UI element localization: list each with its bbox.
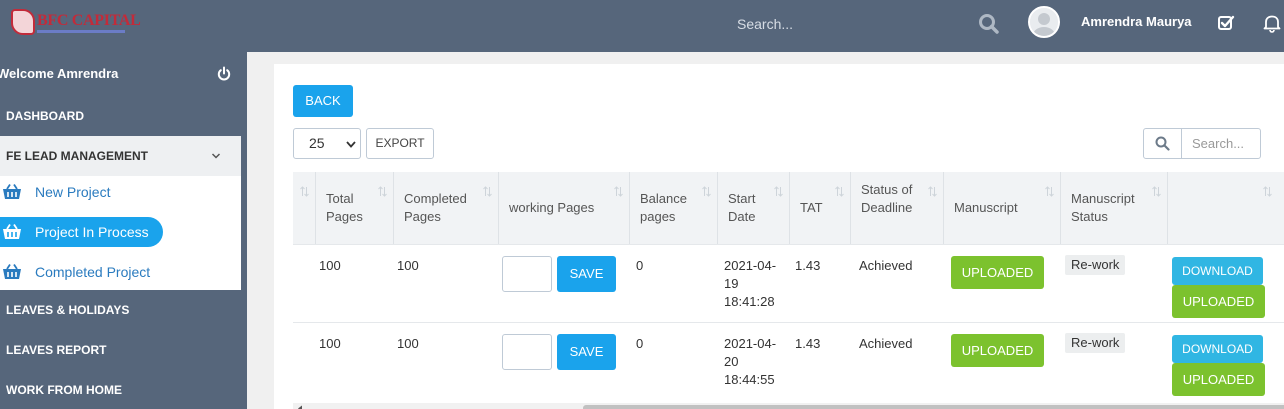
total-pages-cell: 100 — [319, 258, 341, 273]
bell-icon[interactable] — [1262, 13, 1282, 33]
sidebar-item-leaves-report[interactable]: LEAVES REPORT — [6, 343, 106, 357]
sort-icon — [1152, 186, 1161, 197]
sidebar-item-work-from-home[interactable]: WORK FROM HOME — [6, 383, 122, 397]
sort-icon — [300, 186, 309, 197]
logo-underline — [37, 30, 125, 33]
deadline-status-cell: Achieved — [859, 258, 913, 273]
scroll-left-arrow-icon[interactable] — [297, 405, 303, 409]
basket-icon — [3, 224, 21, 239]
sort-icon — [702, 186, 711, 197]
total-pages-cell: 100 — [319, 336, 341, 351]
basket-icon — [3, 184, 21, 199]
avatar[interactable] — [1028, 6, 1060, 38]
tat-cell: 1.43 — [795, 258, 821, 273]
sort-icon — [483, 186, 492, 197]
table-search-input[interactable]: Search... — [1192, 136, 1244, 151]
sidebar-item-dashboard[interactable]: DASHBOARD — [6, 109, 84, 123]
sort-icon — [774, 186, 783, 197]
balance-pages-cell: 0 — [636, 258, 644, 273]
sort-icon — [378, 186, 387, 197]
deadline-status-cell: Achieved — [859, 336, 913, 351]
chevron-down-icon — [346, 141, 356, 148]
sort-icon — [1263, 186, 1272, 197]
uploaded-button[interactable]: UPLOADED — [1172, 363, 1265, 396]
manuscript-status-badge: Re-work — [1065, 333, 1126, 353]
start-date-cell: 2021-04-19 18:41:28 — [724, 258, 777, 309]
sort-icon — [614, 186, 623, 197]
checklist-icon[interactable] — [1217, 14, 1235, 32]
back-button[interactable]: BACK — [293, 85, 353, 117]
sort-icon — [1045, 186, 1054, 197]
completed-pages-cell: 100 — [397, 336, 419, 351]
power-icon[interactable] — [216, 66, 232, 82]
sort-icon — [928, 186, 937, 197]
column-header-completed-pages[interactable]: Completed Pages — [394, 172, 499, 244]
column-header[interactable] — [293, 172, 316, 244]
manuscript-uploaded-button[interactable]: UPLOADED — [951, 334, 1044, 367]
download-button[interactable]: DOWNLOAD — [1172, 335, 1263, 363]
sidebar-item-leaves-holidays[interactable]: LEAVES & HOLIDAYS — [6, 303, 129, 317]
logo-text: BFC CAPITAL — [37, 12, 141, 29]
content-card: BACK 25 EXPORT Search... Total Pages Com… — [274, 64, 1284, 409]
search-icon[interactable] — [1144, 129, 1182, 158]
column-header-status-of-deadline[interactable]: Status of Deadline — [851, 172, 944, 244]
top-bar: BFC CAPITAL Amrendra Maurya — [0, 0, 1284, 52]
table-header: Total Pages Completed Pages working Page… — [293, 172, 1284, 244]
column-header-start-date[interactable]: Start Date — [718, 172, 790, 244]
search-icon[interactable] — [978, 13, 1000, 35]
column-header-manuscript[interactable]: Manuscript — [944, 172, 1061, 244]
working-pages-input[interactable] — [502, 256, 552, 292]
sidebar-item-label: FE LEAD MANAGEMENT — [6, 149, 148, 163]
column-header-working-pages[interactable]: working Pages — [499, 172, 630, 244]
download-button[interactable]: DOWNLOAD — [1172, 257, 1263, 285]
logo-mark — [11, 9, 35, 35]
scrollbar-thumb[interactable] — [583, 405, 1284, 409]
logo[interactable]: BFC CAPITAL — [11, 9, 141, 37]
sidebar-subitem-label: Project In Process — [35, 224, 149, 240]
chevron-down-icon — [211, 153, 221, 159]
user-name[interactable]: Amrendra Maurya — [1081, 14, 1192, 29]
page-size-value: 25 — [309, 135, 325, 151]
table-search[interactable]: Search... — [1143, 128, 1261, 159]
sidebar-subitem-project-in-process[interactable]: Project In Process — [0, 217, 163, 247]
sort-icon — [835, 186, 844, 197]
completed-pages-cell: 100 — [397, 258, 419, 273]
sidebar-subitem-label: Completed Project — [35, 264, 151, 280]
save-button[interactable]: SAVE — [557, 334, 616, 370]
sidebar-submenu-fe-lead-management: FE LEAD MANAGEMENT New Project Project I… — [0, 136, 241, 290]
welcome-text: Welcome Amrendra — [0, 66, 119, 81]
column-header-actions[interactable] — [1168, 172, 1278, 244]
basket-icon — [3, 264, 21, 279]
export-button[interactable]: EXPORT — [366, 128, 434, 159]
horizontal-scrollbar[interactable] — [293, 403, 1284, 409]
tat-cell: 1.43 — [795, 336, 821, 351]
page-size-select[interactable]: 25 — [293, 128, 361, 159]
uploaded-button[interactable]: UPLOADED — [1172, 285, 1265, 318]
manuscript-status-badge: Re-work — [1065, 255, 1126, 275]
sidebar-item-fe-lead-management[interactable]: FE LEAD MANAGEMENT — [0, 136, 241, 176]
start-date-cell: 2021-04-20 18:44:55 — [724, 336, 777, 387]
app-root: BFC CAPITAL Amrendra Maurya Welcome Amre… — [0, 0, 1284, 409]
global-search-input[interactable] — [731, 10, 1001, 38]
working-pages-input[interactable] — [502, 334, 552, 370]
column-header-tat[interactable]: TAT — [790, 172, 851, 244]
table-row: 100 100 SAVE 0 2021-04-19 18:41:28 1.43 … — [293, 244, 1284, 322]
manuscript-uploaded-button[interactable]: UPLOADED — [951, 256, 1044, 289]
column-header-balance-pages[interactable]: Balance pages — [630, 172, 718, 244]
column-header-manuscript-status[interactable]: Manuscript Status — [1061, 172, 1168, 244]
sidebar: Welcome Amrendra DASHBOARD FE LEAD MANAG… — [0, 52, 247, 409]
table-row: 100 100 SAVE 0 2021-04-20 18:44:55 1.43 … — [293, 322, 1284, 400]
column-header-total-pages[interactable]: Total Pages — [316, 172, 394, 244]
project-table: Total Pages Completed Pages working Page… — [293, 172, 1284, 404]
sidebar-subitem-label: New Project — [35, 184, 111, 200]
save-button[interactable]: SAVE — [557, 256, 616, 292]
main-content: BACK 25 EXPORT Search... Total Pages Com… — [247, 52, 1284, 409]
balance-pages-cell: 0 — [636, 336, 644, 351]
